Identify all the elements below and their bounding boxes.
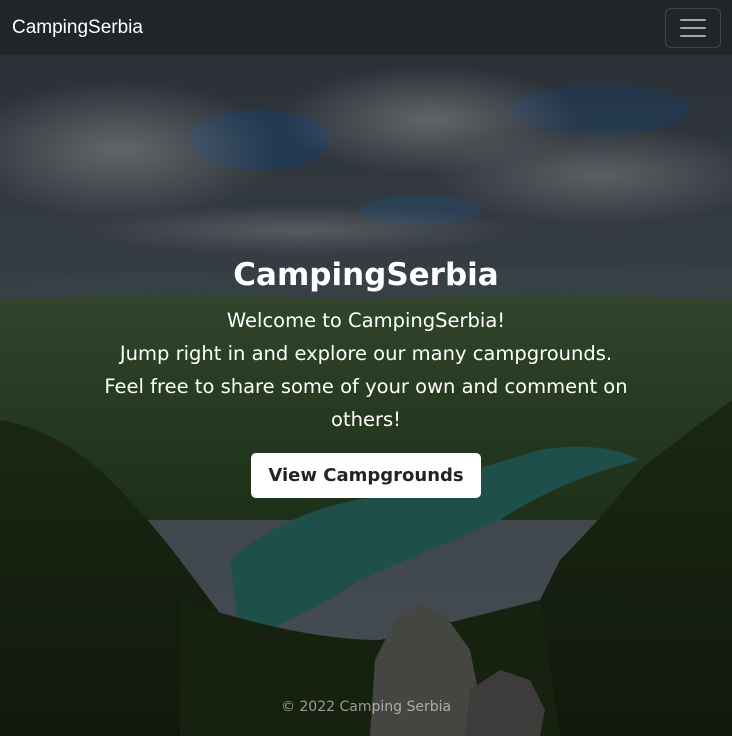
hero-title: CampingSerbia <box>233 257 499 293</box>
hero-lead-line-2: Jump right in and explore our many campg… <box>119 342 613 365</box>
navbar: CampingSerbia <box>0 0 732 55</box>
navbar-brand[interactable]: CampingSerbia <box>12 17 143 39</box>
page: CampingSerbia CampingSerbia Welcome to C… <box>0 0 732 736</box>
view-campgrounds-button[interactable]: View Campgrounds <box>251 453 481 498</box>
hamburger-menu-icon <box>680 18 706 37</box>
footer-copyright: © 2022 Camping Serbia <box>280 699 452 715</box>
hero-lead-line-3: Feel free to share some of your own and … <box>104 375 628 431</box>
navbar-toggler-button[interactable] <box>665 7 721 48</box>
hero-section: CampingSerbia Welcome to CampingSerbia! … <box>0 252 732 498</box>
hero-lead: Welcome to CampingSerbia! Jump right in … <box>86 304 646 436</box>
hero-lead-line-1: Welcome to CampingSerbia! <box>226 309 506 332</box>
